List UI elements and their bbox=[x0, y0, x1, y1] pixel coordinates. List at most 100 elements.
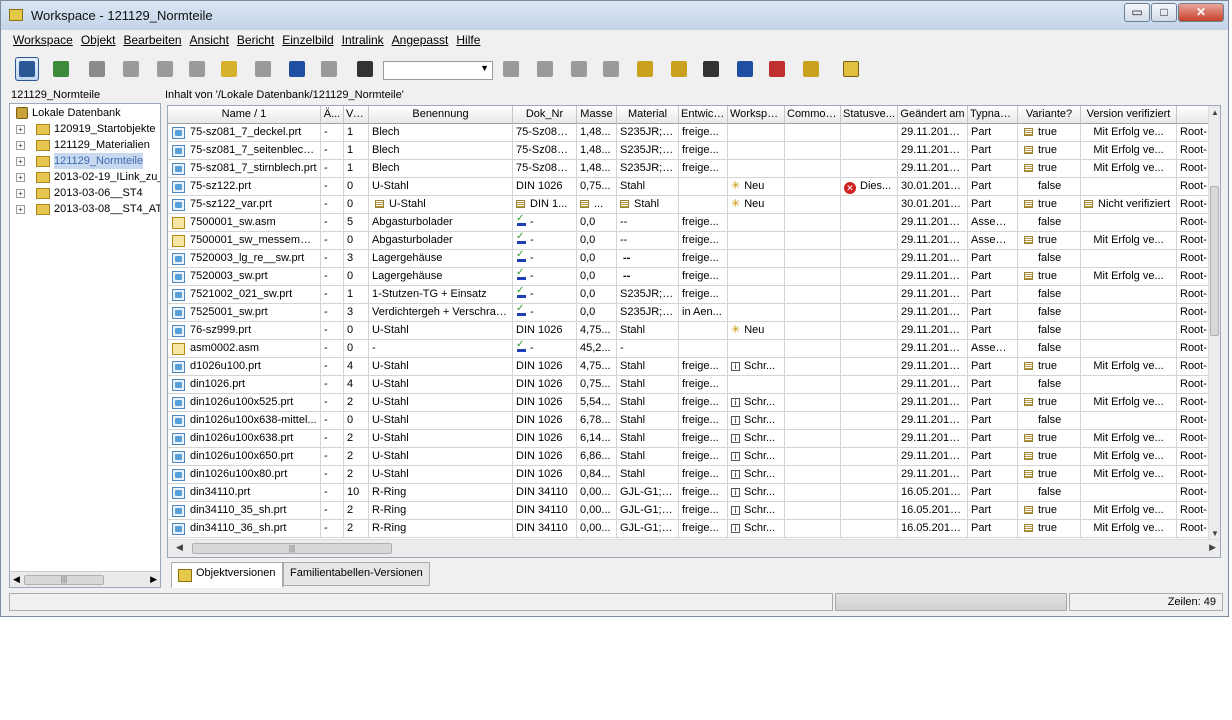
maximize-button[interactable]: □ bbox=[1151, 3, 1177, 22]
table-row[interactable]: d1026u100.prt - 4 U-Stahl DIN 1026 4,75... Sta… bbox=[168, 358, 1217, 376]
column-header[interactable]: Statusve... bbox=[841, 106, 898, 124]
minimize-button[interactable]: ▭ bbox=[1124, 3, 1150, 22]
export-button[interactable] bbox=[567, 57, 591, 81]
table-row[interactable]: din34110.prt - 10 R-Ring DIN 34110 0,00... GJL… bbox=[168, 484, 1217, 502]
search-button[interactable] bbox=[699, 57, 723, 81]
table-button[interactable] bbox=[353, 57, 377, 81]
scroll-left-icon[interactable]: ◀ bbox=[13, 574, 20, 585]
replace-button[interactable] bbox=[185, 57, 209, 81]
expand-icon[interactable]: + bbox=[16, 173, 25, 182]
checkout-button[interactable] bbox=[85, 57, 109, 81]
copy-button[interactable] bbox=[251, 57, 275, 81]
table-row[interactable]: asm0002.asm-0--45,2...-29.11.2012...Asse… bbox=[168, 340, 1217, 358]
column-header[interactable]: Typname bbox=[968, 106, 1018, 124]
scroll-right-icon[interactable]: ▶ bbox=[150, 574, 157, 585]
redo-button[interactable] bbox=[317, 57, 341, 81]
column-header[interactable]: Material bbox=[617, 106, 679, 124]
column-header[interactable]: Ve... bbox=[344, 106, 369, 124]
scroll-up-icon[interactable]: ▲ bbox=[1211, 108, 1219, 117]
table-row[interactable]: din1026u100x638-mittel... - 0 U-Stahl DIN 10… bbox=[168, 412, 1217, 430]
table-row[interactable]: 75-sz081_7_stirnblech.prt - 1 Blech 75-Sz081… bbox=[168, 160, 1217, 178]
table-row[interactable]: 7525001_sw.prt - 3 Verdichtergeh + Verschra… bbox=[168, 304, 1217, 322]
menu-einzelbild[interactable]: Einzelbild bbox=[278, 31, 337, 51]
expand-icon[interactable]: + bbox=[16, 141, 25, 150]
tab-familientabellen-versionen[interactable]: Familientabellen-Versionen bbox=[283, 562, 430, 586]
update-button[interactable] bbox=[765, 57, 789, 81]
table-horizontal-scrollbar[interactable]: ◀ ||| ▶ bbox=[168, 539, 1220, 557]
table-row[interactable]: din1026u100x650.prt - 2 U-Stahl DIN 1026 6,86… bbox=[168, 448, 1217, 466]
scroll-down-icon[interactable]: ▼ bbox=[1211, 529, 1219, 538]
cell-dok: - bbox=[513, 304, 577, 322]
undo-button[interactable] bbox=[285, 57, 309, 81]
cell-typ: Part bbox=[968, 502, 1018, 520]
expand-icon[interactable]: + bbox=[16, 157, 25, 166]
scroll-right-icon[interactable]: ▶ bbox=[1209, 542, 1216, 553]
expand-icon[interactable]: + bbox=[16, 125, 25, 134]
table-vscroll-thumb[interactable] bbox=[1210, 186, 1219, 336]
scroll-left-icon[interactable]: ◀ bbox=[176, 542, 183, 553]
table-row[interactable]: 7520003_sw.prt - 0 Lagergehäuse - 0,0 -- freige… bbox=[168, 268, 1217, 286]
menu-bericht[interactable]: Bericht bbox=[233, 31, 278, 51]
refresh-button[interactable] bbox=[15, 57, 39, 81]
table-vertical-scrollbar[interactable]: ▲ ▼ bbox=[1208, 106, 1220, 540]
cell-text: Part bbox=[971, 126, 992, 138]
column-header[interactable]: Name / 1 bbox=[168, 106, 321, 124]
tree-button[interactable] bbox=[667, 57, 691, 81]
menu-bearbeiten[interactable]: Bearbeiten bbox=[120, 31, 186, 51]
notes-button[interactable] bbox=[633, 57, 657, 81]
table-row[interactable]: 7520003_lg_re__sw.prt - 3 Lagergehäuse - 0,0 -… bbox=[168, 250, 1217, 268]
table-row[interactable]: 75-sz081_7_deckel.prt - 1 Blech 75-Sz081_7 1,… bbox=[168, 124, 1217, 142]
column-header[interactable]: Workspa... bbox=[728, 106, 785, 124]
menu-ansicht[interactable]: Ansicht bbox=[186, 31, 233, 51]
tree-horizontal-scrollbar[interactable]: ◀ ||| ▶ bbox=[10, 571, 160, 587]
menu-hilfe[interactable]: Hilfe bbox=[452, 31, 484, 51]
column-header[interactable]: Common... bbox=[785, 106, 841, 124]
table-row[interactable]: 76-sz999.prt - 0 U-Stahl DIN 1026 4,75... Stah… bbox=[168, 322, 1217, 340]
tab-objektversionen[interactable]: Objektversionen bbox=[171, 562, 283, 588]
part-button[interactable] bbox=[119, 57, 143, 81]
menu-objekt[interactable]: Objekt bbox=[77, 31, 120, 51]
expand-icon[interactable]: + bbox=[16, 205, 25, 214]
column-header[interactable]: Geändert am bbox=[898, 106, 968, 124]
info-button[interactable] bbox=[153, 57, 177, 81]
expand-icon[interactable]: + bbox=[16, 189, 25, 198]
tree-scroll-thumb[interactable]: ||| bbox=[24, 575, 104, 585]
new-button[interactable] bbox=[217, 57, 241, 81]
column-header[interactable]: Variante? bbox=[1018, 106, 1081, 124]
workspace-icon bbox=[503, 61, 519, 77]
cell-text: 1 bbox=[347, 162, 354, 174]
column-header[interactable]: Entwick... bbox=[679, 106, 728, 124]
key-button[interactable] bbox=[799, 57, 823, 81]
import-button[interactable] bbox=[533, 57, 557, 81]
table-row[interactable]: din1026u100x638.prt - 2 U-Stahl DIN 1026 6,14… bbox=[168, 430, 1217, 448]
table-row[interactable]: 7500001_sw.asm - 5 Abgasturbolader - 0,0 -- fre… bbox=[168, 214, 1217, 232]
column-header[interactable]: Version verifiziert bbox=[1081, 106, 1177, 124]
table-row[interactable]: 75-sz122_var.prt - 0 U-Stahl DIN 1...... Stah… bbox=[168, 196, 1217, 214]
table-row[interactable]: din34110_36_sh.prt - 2 R-Ring DIN 34110 0,00.… bbox=[168, 520, 1217, 538]
help-button[interactable] bbox=[839, 57, 863, 81]
workspace-button[interactable] bbox=[499, 57, 523, 81]
column-header[interactable]: Masse bbox=[577, 106, 617, 124]
title-bar[interactable]: Workspace - 121129_Normteile ▭ □ ✕ bbox=[1, 1, 1228, 30]
table2-button[interactable] bbox=[599, 57, 623, 81]
table-row[interactable]: 75-sz081_7_seitenblech... - 1 Blech 75-Sz081… bbox=[168, 142, 1217, 160]
toolbar-combobox[interactable]: ▼ bbox=[383, 61, 493, 80]
table-row[interactable]: 7521002_021_sw.prt - 1 1-Stutzen-TG + Einsa… bbox=[168, 286, 1217, 304]
menu-workspace[interactable]: Workspace bbox=[9, 31, 77, 51]
check-button[interactable] bbox=[733, 57, 757, 81]
column-header[interactable]: Benennung bbox=[369, 106, 513, 124]
table-row[interactable]: din1026u100x80.prt - 2 U-Stahl DIN 1026 0,84.… bbox=[168, 466, 1217, 484]
table-row[interactable]: 7500001_sw_messemod...-0Abgasturbolader-… bbox=[168, 232, 1217, 250]
close-button[interactable]: ✕ bbox=[1178, 3, 1224, 22]
sync-button[interactable] bbox=[49, 57, 73, 81]
menu-angepasst[interactable]: Angepasst bbox=[388, 31, 453, 51]
column-header[interactable]: Dok_Nr bbox=[513, 106, 577, 124]
table-row[interactable]: din1026.prt - 4 U-Stahl DIN 1026 0,75... Stahl… bbox=[168, 376, 1217, 394]
cell-masse: 0,75... bbox=[577, 178, 617, 196]
table-row[interactable]: din1026u100x525.prt - 2 U-Stahl DIN 1026 5,54… bbox=[168, 394, 1217, 412]
menu-intralink[interactable]: Intralink bbox=[338, 31, 388, 51]
column-header[interactable]: Ä... bbox=[321, 106, 344, 124]
table-hscroll-thumb[interactable]: ||| bbox=[192, 543, 392, 554]
table-row[interactable]: 75-sz122.prt - 0 U-Stahl DIN 1026 0,75... Stah… bbox=[168, 178, 1217, 196]
table-row[interactable]: din34110_35_sh.prt - 2 R-Ring DIN 34110 0,00.… bbox=[168, 502, 1217, 520]
